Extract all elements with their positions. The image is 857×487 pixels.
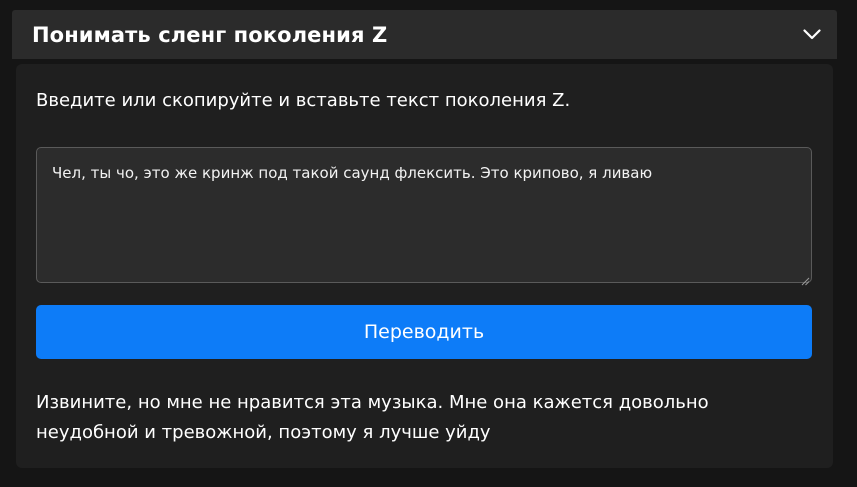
panel-title: Понимать сленг поколения Z <box>32 22 388 47</box>
chevron-down-icon[interactable] <box>801 24 823 46</box>
slang-input[interactable]: Чел, ты чо, это же кринж под такой саунд… <box>36 147 812 283</box>
translation-result: Извините, но мне не нравится эта музыка.… <box>36 392 709 443</box>
panel-header-toggle[interactable]: Понимать сленг поколения Z <box>12 10 837 59</box>
slang-input-wrapper: Чел, ты чо, это же кринж под такой саунд… <box>36 147 812 286</box>
input-instruction-label: Введите или скопируйте и вставьте текст … <box>36 90 571 111</box>
panel-body: Введите или скопируйте и вставьте текст … <box>16 64 833 468</box>
translate-button[interactable]: Переводить <box>36 305 812 359</box>
page: Понимать сленг поколения Z Введите или с… <box>0 0 857 487</box>
slang-translator-panel: Понимать сленг поколения Z Введите или с… <box>12 10 837 474</box>
resize-handle-icon[interactable] <box>800 271 810 286</box>
